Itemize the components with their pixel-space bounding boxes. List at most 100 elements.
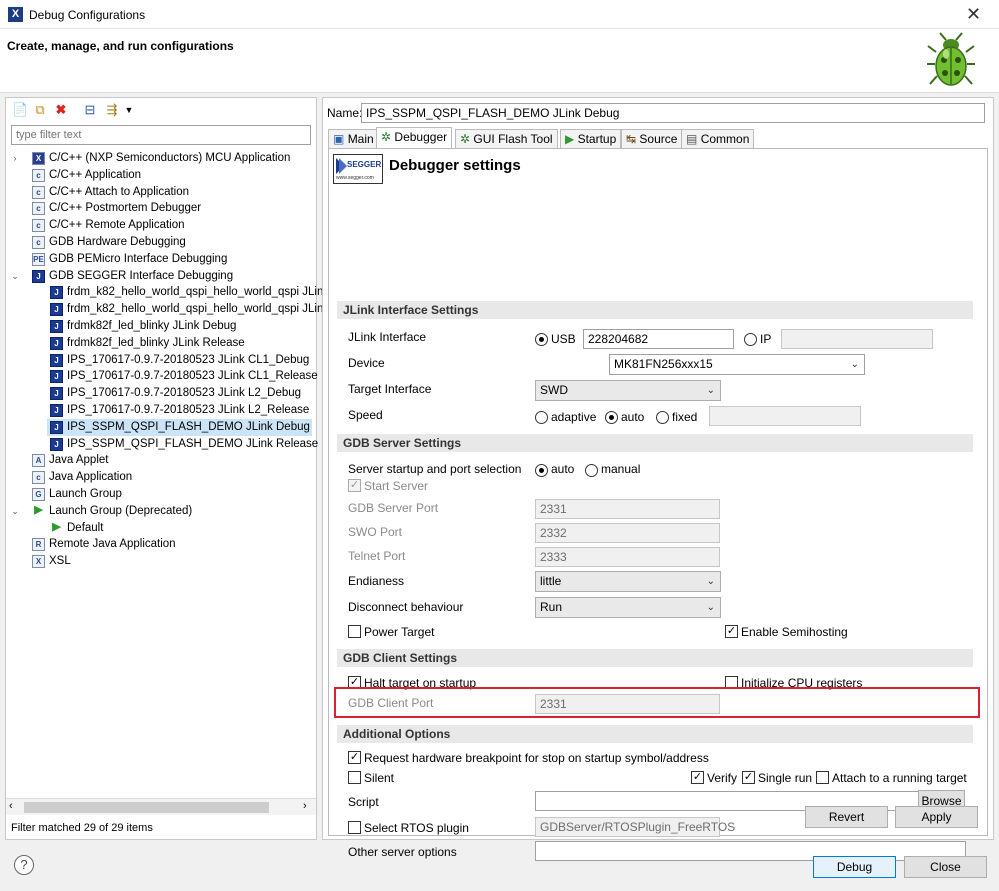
- target-interface-select[interactable]: SWD ⌄: [535, 380, 721, 401]
- collapse-all-icon[interactable]: ⊟: [82, 102, 98, 118]
- help-icon[interactable]: ?: [14, 855, 34, 875]
- tab-gui-flash-tool[interactable]: ✲ GUI Flash Tool: [455, 129, 558, 148]
- filter-icon[interactable]: ⇶: [104, 102, 120, 118]
- chevron-down-icon[interactable]: ▼: [121, 102, 137, 118]
- tree-item[interactable]: ⌄ J GDB SEGGER Interface Debugging: [11, 268, 235, 285]
- tree-item-label: frdm_k82_hello_world_qspi_hello_world_qs…: [67, 303, 326, 316]
- startup-auto-radio[interactable]: [535, 464, 548, 477]
- tree-item[interactable]: G Launch Group: [29, 486, 124, 503]
- tree-item[interactable]: J IPS_170617-0.9.7-20180523 JLink L2_Debu…: [47, 385, 303, 402]
- device-value: MK81FN256xxx15: [614, 357, 713, 371]
- new-config-icon[interactable]: 📄: [12, 102, 28, 118]
- power-target-checkbox[interactable]: [348, 625, 361, 638]
- tree-item[interactable]: A Java Applet: [29, 452, 110, 469]
- debug-button[interactable]: Debug: [813, 856, 896, 878]
- tree-item-label: XSL: [49, 555, 71, 568]
- segger-logo-url: www.segger.com: [336, 175, 374, 181]
- config-type-icon: J: [50, 420, 63, 434]
- attach-checkbox[interactable]: [816, 771, 829, 784]
- tab-debugger[interactable]: ✲ Debugger: [376, 127, 453, 148]
- tree-item[interactable]: Jfrdmk82f_led_blinky JLink Release: [47, 335, 247, 352]
- tree-item[interactable]: c Java Application: [29, 469, 134, 486]
- tree-item[interactable]: J IPS_SSPM_QSPI_FLASH_DEMO JLink Release: [47, 436, 320, 453]
- speed-fixed-radio[interactable]: [656, 411, 669, 424]
- hw-breakpoint-checkbox[interactable]: ✓: [348, 751, 361, 764]
- ip-input[interactable]: [781, 329, 933, 349]
- scroll-thumb[interactable]: [24, 802, 269, 813]
- swo-port-input[interactable]: 2332: [535, 523, 720, 543]
- single-run-checkbox[interactable]: ✓: [742, 771, 755, 784]
- tree-item[interactable]: ⌄ ▶ Launch Group (Deprecated): [11, 503, 194, 520]
- startup-auto-label: auto: [551, 462, 575, 476]
- rtos-plugin-input[interactable]: GDBServer/RTOSPlugin_FreeRTOS: [535, 817, 735, 837]
- chevron-down-icon: ⌄: [850, 359, 859, 370]
- speed-fixed-input[interactable]: [709, 406, 861, 426]
- tree-item[interactable]: c GDB Hardware Debugging: [29, 234, 188, 251]
- disconnect-label: Disconnect behaviour: [348, 600, 464, 614]
- tree-item[interactable]: X XSL: [29, 553, 73, 570]
- duplicate-icon[interactable]: ⧉: [32, 102, 48, 118]
- config-name-input[interactable]: [361, 103, 985, 123]
- tree-item[interactable]: Jfrdm_k82_hello_world_qspi_hello_world_q…: [47, 284, 328, 301]
- tab-main[interactable]: ▣ Main: [328, 129, 379, 148]
- tree-item[interactable]: › X C/C++ (NXP Semiconductors) MCU Applica…: [14, 150, 292, 167]
- tree-item-label: Java Application: [49, 471, 133, 484]
- tree-item[interactable]: J IPS_SSPM_QSPI_FLASH_DEMO JLink Debug: [47, 418, 312, 436]
- filter-input[interactable]: [11, 125, 311, 145]
- tree-item[interactable]: c C/C++ Application: [29, 167, 143, 184]
- tree-item[interactable]: c C/C++ Postmortem Debugger: [29, 200, 203, 217]
- rtos-checkbox[interactable]: [348, 821, 361, 834]
- tab-common[interactable]: ▤ Common: [681, 129, 755, 148]
- tree-item[interactable]: J IPS_170617-0.9.7-20180523 JLink CL1_Deb…: [47, 352, 311, 369]
- horizontal-scrollbar[interactable]: ‹ ›: [6, 798, 316, 815]
- tree-item-label: frdm_k82_hello_world_qspi_hello_world_qs…: [67, 286, 326, 299]
- speed-auto-radio[interactable]: [605, 411, 618, 424]
- tree-item[interactable]: J IPS_170617-0.9.7-20180523 JLink CL1_Rel…: [47, 368, 320, 385]
- chevron-down-icon[interactable]: ⌄: [10, 503, 20, 520]
- device-select[interactable]: MK81FN256xxx15 ⌄: [609, 354, 865, 375]
- tree-item[interactable]: Jfrdm_k82_hello_world_qspi_hello_world_q…: [47, 301, 328, 318]
- tree-item[interactable]: Jfrdmk82f_led_blinky JLink Debug: [47, 318, 238, 335]
- tree-item-label: C/C++ Remote Application: [49, 219, 185, 232]
- usb-radio[interactable]: [535, 333, 548, 346]
- close-icon[interactable]: ✕: [966, 4, 981, 25]
- silent-checkbox[interactable]: [348, 771, 361, 784]
- start-server-checkbox[interactable]: ✓: [348, 479, 361, 492]
- chevron-down-icon: ⌄: [706, 602, 715, 613]
- chevron-right-icon[interactable]: ›: [10, 150, 20, 167]
- semihosting-checkbox[interactable]: ✓: [725, 625, 738, 638]
- telnet-port-input[interactable]: 2333: [535, 547, 720, 567]
- ip-radio[interactable]: [744, 333, 757, 346]
- other-options-input[interactable]: [535, 841, 966, 861]
- revert-button[interactable]: Revert: [805, 806, 888, 828]
- startup-manual-radio[interactable]: [585, 464, 598, 477]
- tab-startup[interactable]: ▶ Startup: [560, 129, 622, 148]
- server-port-input[interactable]: 2331: [535, 499, 720, 519]
- tab-source[interactable]: ↹ Source: [621, 129, 683, 148]
- configuration-tree-panel: 📄 ⧉ ✖ ⊟ ⇶ ▼ ›XC/C++ (NXP Semiconductors)…: [5, 97, 326, 840]
- tree-item-label: C/C++ Attach to Application: [49, 185, 190, 198]
- verify-checkbox[interactable]: ✓: [691, 771, 704, 784]
- apply-button[interactable]: Apply: [895, 806, 978, 828]
- tab-source-label: Source: [639, 132, 678, 146]
- tree-item[interactable]: PE GDB PEMicro Interface Debugging: [29, 251, 229, 268]
- scroll-right-icon[interactable]: ›: [303, 800, 307, 812]
- startup-label: Server startup and port selection: [348, 462, 522, 476]
- speed-adaptive-radio[interactable]: [535, 411, 548, 424]
- tree-item[interactable]: R Remote Java Application: [29, 536, 178, 553]
- dialog-header: Create, manage, and run configurations: [0, 29, 999, 93]
- tree-item[interactable]: ▶ Default: [47, 520, 105, 537]
- scroll-left-icon[interactable]: ‹: [9, 800, 13, 812]
- swo-port-label: SWO Port: [348, 525, 403, 539]
- tree-item[interactable]: J IPS_170617-0.9.7-20180523 JLink L2_Rele…: [47, 402, 311, 419]
- endianess-label: Endianess: [348, 574, 405, 588]
- delete-icon[interactable]: ✖: [53, 102, 69, 118]
- disconnect-select[interactable]: Run ⌄: [535, 597, 721, 618]
- ip-label: IP: [760, 332, 772, 346]
- endianess-select[interactable]: little ⌄: [535, 571, 721, 592]
- usb-serial-input[interactable]: 228204682: [583, 329, 734, 349]
- close-button[interactable]: Close: [904, 856, 987, 878]
- chevron-down-icon[interactable]: ⌄: [10, 268, 20, 285]
- tree-item[interactable]: c C/C++ Attach to Application: [29, 184, 191, 201]
- tree-item[interactable]: c C/C++ Remote Application: [29, 217, 187, 234]
